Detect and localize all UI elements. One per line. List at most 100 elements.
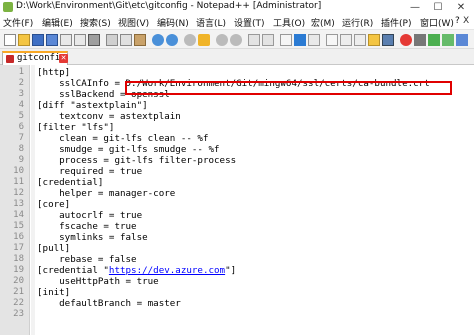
save-macro-icon[interactable] (456, 34, 468, 46)
code-fragment: [credential " (37, 265, 109, 276)
line-number: 12 (13, 188, 24, 198)
highlight-annotation-box (125, 81, 452, 95)
code-text: defaultBranch = master (37, 298, 181, 309)
code-line: 14 autocrlf = true (0, 210, 474, 221)
menu-window[interactable]: 窗口(W) (420, 16, 454, 29)
redo-icon[interactable] (166, 34, 178, 46)
line-number: 18 (13, 254, 24, 264)
code-text: smudge = git-lfs smudge -- %f (37, 144, 220, 155)
tab-close-icon[interactable]: ✕ (59, 54, 68, 63)
play-icon[interactable] (428, 34, 440, 46)
code-text: [filter "lfs"] (37, 122, 115, 133)
folder-icon[interactable] (368, 34, 380, 46)
tab-bar: gitconfig ✕ (0, 49, 474, 65)
func-list-icon[interactable] (354, 34, 366, 46)
all-chars-icon[interactable] (294, 34, 306, 46)
find-icon[interactable] (184, 34, 196, 46)
menu-language[interactable]: 语言(L) (196, 16, 226, 29)
menu-file[interactable]: 文件(F) (3, 16, 33, 29)
close-window-button[interactable]: ✕ (450, 0, 472, 15)
open-icon[interactable] (18, 34, 30, 46)
zoom-in-icon[interactable] (216, 34, 228, 46)
code-text: [credential "https://dev.azure.com"] (37, 265, 236, 276)
editor[interactable]: 1 [http] 2 sslCAInfo = D:/Work/Environmen… (0, 65, 474, 335)
save-all-icon[interactable] (46, 34, 58, 46)
menu-help[interactable]: ? (455, 16, 460, 26)
title-bar: D:\Work\Environment\Git\etc\gitconfig - … (0, 0, 474, 15)
url-link[interactable]: https://dev.azure.com (109, 265, 225, 276)
minimize-button[interactable]: — (404, 0, 426, 15)
menu-encoding[interactable]: 编码(N) (157, 16, 189, 29)
code-text: [init] (37, 287, 71, 298)
replace-icon[interactable] (198, 34, 210, 46)
toolbar (0, 29, 474, 49)
zoom-out-icon[interactable] (230, 34, 242, 46)
maximize-button[interactable]: ☐ (427, 0, 449, 15)
line-number: 4 (18, 100, 24, 110)
code-line: 11 [credential] (0, 177, 474, 188)
tab-gitconfig[interactable]: gitconfig ✕ (2, 51, 68, 65)
new-icon[interactable] (4, 34, 16, 46)
menu-edit[interactable]: 编辑(E) (42, 16, 73, 29)
paste-icon[interactable] (134, 34, 146, 46)
code-text: fscache = true (37, 221, 137, 232)
menu-macro[interactable]: 宏(M) (311, 16, 335, 29)
code-line: 8 smudge = git-lfs smudge -- %f (0, 144, 474, 155)
line-number: 7 (18, 133, 24, 143)
line-number: 3 (18, 89, 24, 99)
cut-icon[interactable] (106, 34, 118, 46)
print-icon[interactable] (88, 34, 100, 46)
code-line: 6 [filter "lfs"] (0, 122, 474, 133)
line-number: 15 (13, 221, 24, 231)
copy-icon[interactable] (120, 34, 132, 46)
code-line: 23 (0, 309, 474, 320)
code-fragment: "] (225, 265, 237, 276)
undo-icon[interactable] (152, 34, 164, 46)
line-number: 2 (18, 78, 24, 88)
code-line: 7 clean = git-lfs clean -- %f (0, 133, 474, 144)
save-icon[interactable] (32, 34, 44, 46)
close-all-icon[interactable] (74, 34, 86, 46)
line-number: 20 (13, 276, 24, 286)
line-number: 21 (13, 287, 24, 297)
menu-search[interactable]: 搜索(S) (80, 16, 111, 29)
unsaved-doc-icon (6, 55, 14, 63)
wrap-icon[interactable] (280, 34, 292, 46)
code-text: autocrlf = true (37, 210, 143, 221)
line-number: 6 (18, 122, 24, 132)
menu-view[interactable]: 视图(V) (118, 16, 149, 29)
line-number: 5 (18, 111, 24, 121)
code-line: 15 fscache = true (0, 221, 474, 232)
sync-v-icon[interactable] (248, 34, 260, 46)
code-line: 12 helper = manager-core (0, 188, 474, 199)
lang-icon[interactable] (326, 34, 338, 46)
doc-map-icon[interactable] (340, 34, 352, 46)
record-icon[interactable] (400, 34, 412, 46)
code-text: [http] (37, 67, 71, 78)
line-number: 17 (13, 243, 24, 253)
menu-bar: 文件(F) 编辑(E) 搜索(S) 视图(V) 编码(N) 语言(L) 设置(T… (0, 15, 474, 29)
code-line: 17 [pull] (0, 243, 474, 254)
line-number: 8 (18, 144, 24, 154)
notepad-plus-plus-icon (3, 2, 13, 12)
menu-tools[interactable]: 工具(O) (273, 16, 305, 29)
line-number: 13 (13, 199, 24, 209)
stop-icon[interactable] (414, 34, 426, 46)
menu-plugins[interactable]: 插件(P) (381, 16, 411, 29)
indent-guide-icon[interactable] (308, 34, 320, 46)
line-number: 22 (13, 298, 24, 308)
code-text: helper = manager-core (37, 188, 176, 199)
menu-settings[interactable]: 设置(T) (234, 16, 265, 29)
menu-run[interactable]: 运行(R) (342, 16, 373, 29)
sync-h-icon[interactable] (262, 34, 274, 46)
close-icon[interactable] (60, 34, 72, 46)
code-text: [pull] (37, 243, 71, 254)
monitor-icon[interactable] (382, 34, 394, 46)
line-number: 10 (13, 166, 24, 176)
play-multi-icon[interactable] (442, 34, 454, 46)
code-text: clean = git-lfs clean -- %f (37, 133, 209, 144)
line-number: 11 (13, 177, 24, 187)
code-text: [core] (37, 199, 71, 210)
close-document-icon[interactable]: X (463, 16, 469, 26)
line-number: 16 (13, 232, 24, 242)
